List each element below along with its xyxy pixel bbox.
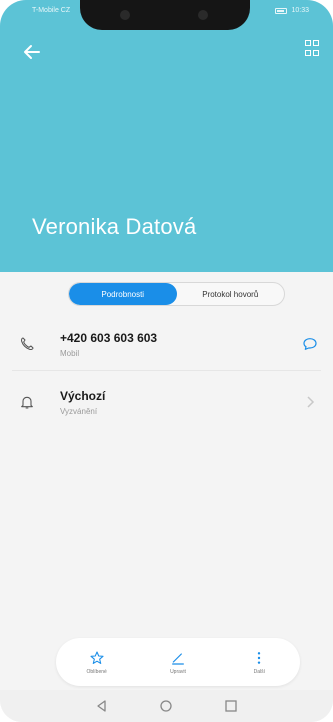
ringtone-name: Výchozí	[60, 388, 106, 403]
nav-back-icon[interactable]	[95, 699, 109, 713]
row-divider	[12, 370, 321, 371]
camera-dot	[120, 10, 130, 20]
qr-code-button[interactable]	[305, 40, 321, 58]
star-icon	[90, 650, 104, 664]
more-button[interactable]: Další	[229, 650, 289, 675]
contact-header: T-Mobile CZ 10:33 Veronika Datová	[0, 0, 333, 272]
nav-home-icon[interactable]	[159, 699, 173, 713]
tab-call-log[interactable]: Protokol hovorů	[177, 283, 285, 305]
qr-code-icon-part	[305, 50, 311, 56]
qr-code-icon	[305, 40, 311, 46]
camera-dot	[198, 10, 208, 20]
contact-name: Veronika Datová	[32, 214, 197, 239]
carrier-label: T-Mobile CZ	[32, 7, 71, 14]
message-icon	[303, 338, 317, 350]
system-navigation-bar	[0, 690, 333, 722]
phone-number: +420 603 603 603	[60, 330, 158, 345]
display-notch	[80, 0, 250, 30]
bell-icon	[12, 387, 42, 417]
phone-screen: T-Mobile CZ 10:33 Veronika Datová Podrob…	[0, 0, 333, 722]
edit-button[interactable]: Upravit	[148, 650, 208, 675]
phone-icon	[12, 329, 42, 359]
favorite-button[interactable]: Oblíbené	[67, 650, 127, 675]
phone-number-row[interactable]: +420 603 603 603 Mobil	[12, 318, 321, 370]
phone-type: Mobil	[60, 348, 80, 358]
contact-action-bar: Oblíbené Upravit Další	[56, 638, 300, 686]
more-icon	[258, 651, 261, 664]
tab-details[interactable]: Podrobnosti	[69, 283, 177, 305]
favorite-label: Oblíbené	[86, 668, 107, 675]
qr-code-icon-part	[313, 50, 319, 56]
nav-recents-icon[interactable]	[224, 699, 238, 713]
arrow-left-icon	[24, 45, 40, 59]
ringtone-label: Vyzvánění	[60, 406, 98, 416]
battery-icon	[275, 7, 288, 14]
qr-code-icon-part	[313, 40, 319, 46]
status-time: 10:33	[291, 7, 309, 14]
edit-label: Upravit	[170, 668, 186, 675]
message-button[interactable]	[299, 333, 321, 355]
detail-tabs: Podrobnosti Protokol hovorů	[68, 282, 285, 306]
edit-icon	[172, 652, 184, 665]
back-button[interactable]	[20, 40, 44, 64]
status-indicators: 10:33	[275, 7, 309, 14]
chevron-right-icon	[299, 391, 321, 413]
more-label: Další	[253, 668, 266, 675]
status-carrier: T-Mobile CZ	[32, 7, 70, 14]
ringtone-row[interactable]: Výchozí Vyzvánění	[12, 376, 321, 428]
